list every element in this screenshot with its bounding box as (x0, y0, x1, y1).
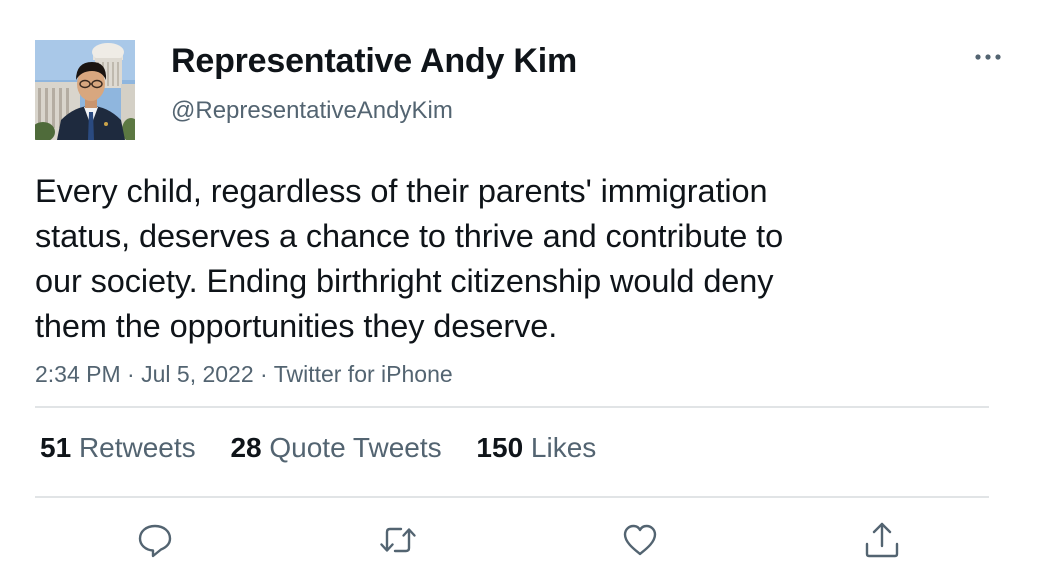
likes-stat[interactable]: 150 Likes (476, 432, 596, 464)
divider (35, 496, 989, 498)
quote-tweets-label: Quote Tweets (269, 432, 442, 463)
more-options-button[interactable] (966, 44, 1010, 70)
display-name[interactable]: Representative Andy Kim (171, 42, 577, 81)
tweet-date[interactable]: Jul 5, 2022 (141, 361, 254, 387)
retweet-icon (380, 527, 416, 553)
likes-count: 150 (476, 432, 524, 463)
avatar[interactable] (35, 40, 135, 140)
tweet-text-line: status, deserves a chance to thrive and … (35, 218, 784, 254)
reply-button[interactable] (135, 520, 175, 560)
share-icon (865, 522, 899, 558)
tweet-card: Representative Andy Kim @RepresentativeA… (0, 0, 1050, 570)
tweet-text-line: our society. Ending birthright citizensh… (35, 263, 774, 299)
tweet-text-line: them the opportunities they deserve. (35, 308, 558, 344)
tweet-text: Every child, regardless of their parents… (35, 169, 935, 349)
retweets-label: Retweets (78, 432, 196, 463)
quote-tweets-stat[interactable]: 28 Quote Tweets (230, 432, 441, 464)
retweets-count: 51 (40, 432, 72, 463)
divider (35, 406, 989, 408)
quote-tweets-count: 28 (230, 432, 262, 463)
reply-icon (138, 524, 172, 558)
retweet-button[interactable] (378, 520, 418, 560)
share-button[interactable] (862, 520, 902, 560)
meta-separator: · (260, 361, 268, 387)
user-handle[interactable]: @RepresentativeAndyKim (171, 97, 453, 125)
engagement-stats: 51 Retweets 28 Quote Tweets 150 Likes (40, 432, 623, 464)
more-icon (975, 54, 1001, 60)
like-button[interactable] (620, 520, 660, 560)
profile-photo (35, 40, 135, 140)
tweet-metadata: 2:34 PM · Jul 5, 2022 · Twitter for iPho… (35, 361, 453, 388)
meta-separator: · (127, 361, 135, 387)
tweet-text-line: Every child, regardless of their parents… (35, 173, 768, 209)
tweet-time[interactable]: 2:34 PM (35, 361, 121, 387)
retweets-stat[interactable]: 51 Retweets (40, 432, 196, 464)
like-icon (623, 524, 657, 556)
tweet-source[interactable]: Twitter for iPhone (274, 361, 453, 387)
likes-label: Likes (530, 432, 597, 463)
